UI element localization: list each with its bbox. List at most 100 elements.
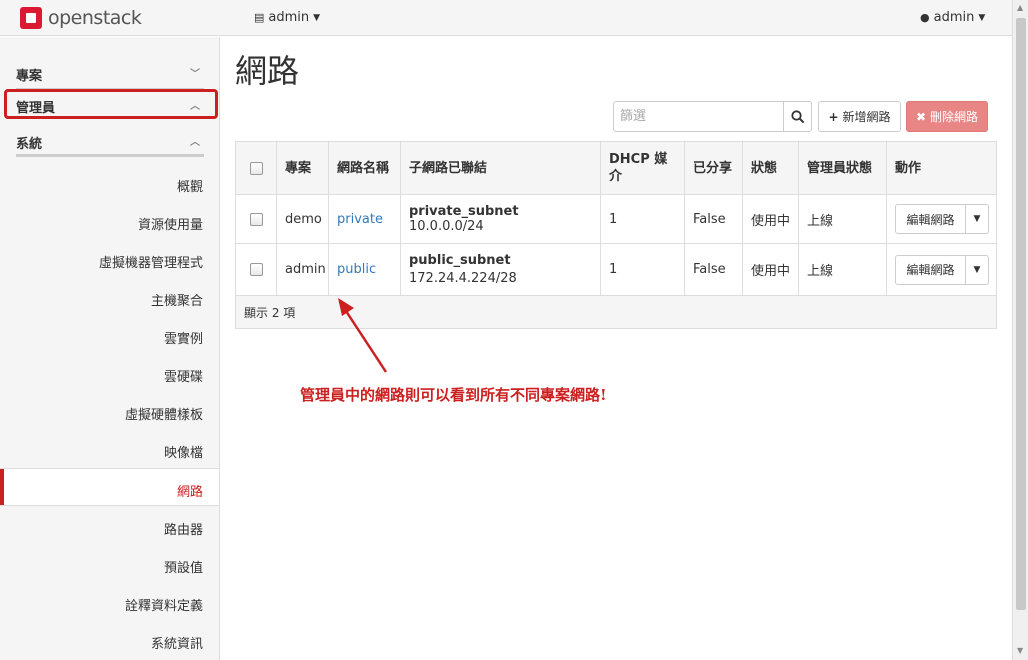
- delete-networks-button[interactable]: ✖ 刪除網路: [906, 101, 988, 132]
- select-all-checkbox[interactable]: [249, 161, 263, 175]
- header-select-all[interactable]: [236, 142, 277, 194]
- cell-dhcp: 1: [601, 244, 685, 295]
- close-icon: ✖: [915, 109, 927, 124]
- caret-down-icon: ▼: [313, 12, 321, 23]
- project-switcher[interactable]: ▤ admin ▼: [254, 10, 320, 25]
- item-count: 顯示 2 項: [244, 306, 296, 320]
- row-checkbox[interactable]: [249, 263, 263, 276]
- row-checkbox[interactable]: [249, 212, 263, 226]
- more-actions-button[interactable]: ▼: [966, 205, 988, 233]
- filter-input[interactable]: [614, 102, 784, 131]
- caret-down-icon: ▼: [973, 214, 981, 224]
- sidebar-item-system-info[interactable]: 系統資訊: [0, 621, 219, 659]
- annotation-note: 管理員中的網路則可以看到所有不同專案網路!: [300, 386, 607, 404]
- sidebar-item-label: 映像檔: [163, 446, 203, 461]
- plus-icon: +: [828, 109, 839, 124]
- search-icon: [790, 109, 804, 123]
- sidebar-item-host-aggregates[interactable]: 主機聚合: [0, 278, 219, 316]
- admin-highlight-box: [4, 89, 218, 119]
- header-project[interactable]: 專案: [277, 142, 329, 194]
- header-status[interactable]: 狀態: [743, 142, 799, 194]
- row-action-group: 編輯網路 ▼: [895, 254, 989, 285]
- chevron-up-icon: ︿: [190, 137, 200, 148]
- header-label: 狀態: [751, 160, 778, 176]
- vertical-scrollbar[interactable]: ▲ ▼: [1012, 0, 1028, 660]
- more-actions-button[interactable]: ▼: [966, 256, 988, 284]
- sidebar-item-metadata-definitions[interactable]: 詮釋資料定義: [0, 583, 219, 621]
- caret-down-icon: ▼: [973, 264, 981, 275]
- table-header: 專案 網路名稱 子網路已聯結 DHCP 媒介 已分享 狀態 管理員狀態 動作: [236, 142, 996, 195]
- sidebar-item-label: 預設值: [163, 561, 203, 576]
- subnet-name: public_subnet: [409, 252, 511, 268]
- sidebar-item-routers[interactable]: 路由器: [0, 507, 219, 545]
- chevron-down-icon: ﹀: [190, 69, 200, 80]
- cell-actions: 編輯網路 ▼: [887, 195, 996, 243]
- project-name: admin: [268, 10, 310, 25]
- subnet-cidr: 10.0.0.0/24: [409, 219, 484, 234]
- sidebar-item-label: 雲實例: [163, 332, 203, 347]
- cell-subnets: public_subnet 172.24.4.224/28: [401, 244, 601, 295]
- sidebar-item-hypervisors[interactable]: 虛擬機器管理程式: [0, 240, 219, 278]
- table-row: demo private private_subnet 10.0.0.0/24 …: [236, 195, 996, 244]
- create-network-button[interactable]: + 新增網路: [818, 101, 901, 132]
- sidebar-item-networks[interactable]: 網路: [0, 468, 219, 506]
- network-name-link[interactable]: private: [337, 212, 383, 227]
- cell-shared: False: [685, 195, 743, 243]
- filter-search-button[interactable]: [783, 102, 811, 131]
- cell-project: admin: [277, 244, 329, 295]
- sidebar-item-label: 雲硬碟: [163, 370, 203, 385]
- sidebar-item-volumes[interactable]: 雲硬碟: [0, 354, 219, 392]
- logo-text: openstack: [48, 7, 142, 29]
- sidebar-item-overview[interactable]: 概觀: [0, 164, 219, 202]
- cell-network-name: private: [329, 195, 401, 243]
- sidebar-item-label: 概觀: [176, 180, 203, 195]
- sidebar-section-project[interactable]: 專案 ﹀: [16, 57, 204, 89]
- user-icon: ●: [920, 11, 930, 24]
- sidebar-item-label: 網路: [176, 485, 203, 500]
- top-navbar: openstack ▤ admin ▼ ● admin ▼: [0, 0, 1012, 36]
- header-admin-state[interactable]: 管理員狀態: [799, 142, 887, 194]
- header-network-name[interactable]: 網路名稱: [329, 142, 401, 194]
- sidebar-item-flavors[interactable]: 虛擬硬體樣板: [0, 392, 219, 430]
- caret-down-icon: ▼: [978, 12, 986, 23]
- header-label: 已分享: [693, 160, 733, 176]
- cell-status: 使用中: [743, 195, 799, 243]
- header-label: 專案: [285, 160, 312, 176]
- sidebar-section-system[interactable]: 系統 ︿: [16, 125, 204, 157]
- sidebar-item-label: 詮釋資料定義: [124, 599, 203, 614]
- sidebar-item-label: 主機聚合: [150, 294, 203, 309]
- edit-network-button[interactable]: 編輯網路: [896, 255, 966, 284]
- scroll-down-icon[interactable]: ▼: [1017, 646, 1023, 655]
- network-name-link[interactable]: public: [337, 262, 376, 277]
- delete-networks-label: 刪除網路: [930, 110, 979, 124]
- sidebar-item-usage[interactable]: 資源使用量: [0, 202, 219, 240]
- scroll-up-icon[interactable]: ▲: [1017, 3, 1023, 12]
- cell-admin-state: 上線: [799, 195, 887, 243]
- sidebar-item-label: 虛擬機器管理程式: [98, 256, 203, 271]
- section-label: 專案: [16, 69, 43, 84]
- row-select-cell[interactable]: [236, 244, 277, 295]
- annotation-arrow-icon: [338, 298, 388, 373]
- sidebar: 專案 ﹀ 管理員 ︿ 系統 ︿ 概觀 資源使用量 虛擬機器管理程式 主機聚合 雲…: [0, 37, 220, 660]
- user-name: admin: [933, 10, 975, 25]
- sidebar-item-images[interactable]: 映像檔: [0, 430, 219, 468]
- header-dhcp-agents[interactable]: DHCP 媒介: [601, 142, 685, 194]
- header-label: 子網路已聯結: [409, 160, 488, 176]
- edit-network-button[interactable]: 編輯網路: [896, 205, 966, 233]
- table-row: admin public public_subnet 172.24.4.224/2…: [236, 244, 996, 296]
- header-label: 管理員狀態: [807, 160, 873, 176]
- subnet-cidr: 172.24.4.224/28: [409, 270, 517, 286]
- row-action-group: 編輯網路 ▼: [895, 204, 989, 234]
- cell-project: demo: [277, 195, 329, 243]
- user-menu[interactable]: ● admin ▼: [920, 10, 985, 25]
- project-list-icon: ▤: [254, 11, 265, 24]
- sidebar-item-instances[interactable]: 雲實例: [0, 316, 219, 354]
- cell-status: 使用中: [743, 244, 799, 295]
- openstack-logo[interactable]: openstack: [20, 6, 142, 30]
- header-shared[interactable]: 已分享: [685, 142, 743, 194]
- filter-box: [613, 101, 812, 132]
- scrollbar-thumb[interactable]: [1016, 18, 1026, 610]
- sidebar-item-defaults[interactable]: 預設值: [0, 545, 219, 583]
- row-select-cell[interactable]: [236, 195, 277, 243]
- header-subnets[interactable]: 子網路已聯結: [401, 142, 601, 194]
